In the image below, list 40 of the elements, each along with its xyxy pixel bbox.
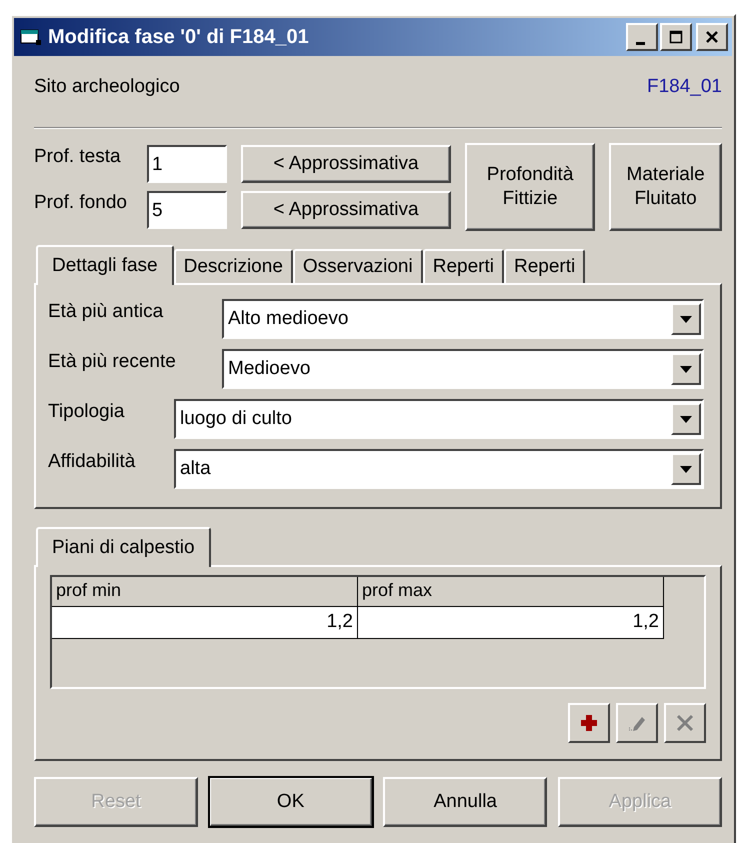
window-title: Modifica fase '0' di F184_01 (48, 26, 310, 48)
depth-input[interactable]: 1 (147, 145, 227, 183)
tab[interactable]: Piani di calpestio (36, 527, 211, 567)
maximize-icon (669, 30, 683, 44)
option-button[interactable]: Profondità Fittizie (465, 143, 596, 231)
depth-label: Prof. fondo (34, 192, 128, 214)
field-label: Età più recente (48, 350, 177, 373)
table-cell: 1,2 (52, 607, 358, 639)
field-label: Affidabilità (48, 450, 136, 473)
close-icon (705, 30, 719, 44)
approximate-button[interactable]: < Approssimativa (241, 145, 451, 183)
table-cell: 1,2 (358, 607, 664, 639)
depth-label: Prof. testa (34, 146, 122, 168)
minimize-button[interactable] (626, 23, 658, 51)
dialog-button[interactable]: OK (208, 777, 373, 827)
site-label: Sito archeologico (34, 76, 180, 99)
tab[interactable]: Reperti (422, 249, 504, 283)
pencil-icon (628, 714, 646, 732)
tab[interactable]: Reperti (504, 249, 586, 283)
field-label: Età più antica (48, 300, 164, 323)
minimize-icon (636, 42, 644, 44)
approximate-button[interactable]: < Approssimativa (241, 191, 451, 229)
window-icon (20, 28, 42, 46)
dialog-button[interactable]: Annulla (383, 777, 548, 827)
plus-icon (580, 714, 598, 732)
site-code: F184_01 (646, 76, 722, 99)
add-button[interactable] (568, 703, 610, 743)
field-label: Tipologia (48, 400, 126, 423)
delete-x-icon (676, 714, 694, 732)
maximize-button[interactable] (660, 23, 692, 51)
tab[interactable]: Osservazioni (292, 249, 423, 283)
dropdown-field[interactable]: luogo di culto (174, 399, 704, 439)
depth-input[interactable]: 5 (147, 191, 227, 229)
tab[interactable]: Dettagli fase (36, 245, 174, 285)
dropdown-field[interactable]: Alto medioevo (222, 299, 704, 339)
option-button[interactable]: Materiale Fluitato (609, 143, 722, 231)
tab[interactable]: Descrizione (174, 249, 293, 283)
dropdown-field[interactable]: alta (174, 449, 704, 489)
close-button[interactable] (696, 23, 728, 51)
dropdown-field[interactable]: Medioevo (222, 349, 704, 389)
